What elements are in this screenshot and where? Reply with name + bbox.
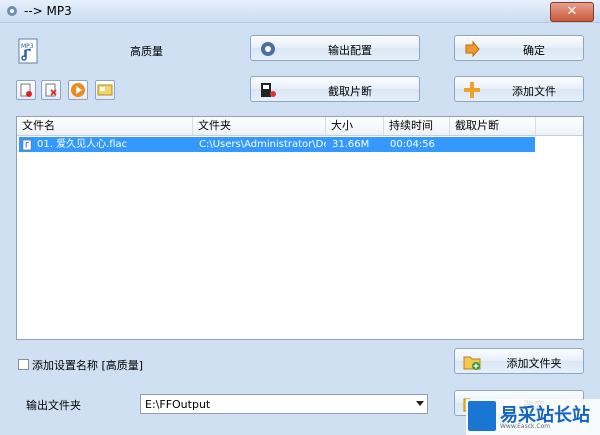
watermark-logo-icon (468, 401, 496, 431)
file-list[interactable]: 文件名 文件夹 大小 持续时间 截取片断 01. 爱久见人心.flac C:\U… (16, 116, 584, 340)
media-info-icon (97, 84, 113, 96)
add-folder-button[interactable]: 添加文件夹 (454, 348, 584, 374)
column-header[interactable]: 大小 (326, 117, 384, 135)
output-config-label: 输出配置 (328, 44, 372, 57)
add-folder-label: 添加文件夹 (506, 357, 562, 370)
file-list-header: 文件名 文件夹 大小 持续时间 截取片断 (17, 117, 583, 136)
chevron-down-icon[interactable] (416, 401, 424, 406)
table-cell: 31.66M (332, 139, 370, 150)
clip-button[interactable]: 截取片断 (250, 76, 420, 102)
app-icon (7, 6, 17, 16)
output-folder-select[interactable]: E:\FFOutput (140, 394, 428, 414)
preset-label: 高质量 (130, 45, 163, 58)
table-cell: C:\Users\Administrator\Des... (199, 139, 326, 150)
title-bar: --> MP3 ✕ (0, 0, 600, 23)
remove-file-tool[interactable] (16, 80, 36, 100)
svg-text:MP3: MP3 (21, 43, 34, 50)
remove-file-icon (20, 83, 32, 97)
watermark-subtext: Www.Easck.Com (500, 423, 551, 430)
column-header[interactable]: 文件夹 (193, 117, 326, 135)
clip-label: 截取片断 (328, 85, 372, 98)
close-button[interactable]: ✕ (550, 2, 594, 22)
clear-list-tool[interactable] (41, 80, 61, 100)
main-window: --> MP3 ✕ MP3 高质量 输出配置 确定 截取片断 添加文件 文件名 … (0, 0, 600, 435)
plus-icon (464, 82, 480, 98)
column-header[interactable]: 截取片断 (450, 117, 536, 135)
clear-list-icon (45, 83, 57, 97)
column-header[interactable]: 文件名 (17, 117, 193, 135)
confirm-label: 确定 (523, 44, 545, 57)
arrow-right-icon (465, 40, 480, 58)
play-tool[interactable] (68, 80, 88, 100)
confirm-button[interactable]: 确定 (454, 35, 584, 61)
table-cell (452, 137, 536, 152)
table-cell: 01. 爱久见人心.flac (37, 139, 128, 150)
add-setting-name-label: 添加设置名称 [高质量] (32, 359, 144, 372)
table-cell: 00:04:56 (390, 139, 435, 150)
audio-file-icon (22, 139, 32, 151)
add-setting-name-checkbox[interactable] (18, 359, 29, 370)
window-title: --> MP3 (24, 4, 72, 18)
folder-add-icon (463, 356, 481, 370)
watermark: 易采站长站 Www.Easck.Com (466, 399, 600, 435)
gear-icon (261, 42, 275, 56)
add-file-label: 添加文件 (512, 85, 556, 98)
column-header[interactable]: 持续时间 (384, 117, 450, 135)
film-clip-icon (261, 83, 276, 97)
play-icon (71, 83, 85, 97)
table-row[interactable]: 01. 爱久见人心.flac C:\Users\Administrator\De… (19, 137, 535, 152)
output-config-button[interactable]: 输出配置 (250, 35, 420, 61)
mp3-format-icon: MP3 (18, 38, 38, 64)
info-tool[interactable] (95, 80, 115, 100)
output-folder-label: 输出文件夹 (26, 399, 81, 412)
output-folder-value: E:\FFOutput (145, 398, 211, 411)
add-file-button[interactable]: 添加文件 (454, 76, 584, 102)
